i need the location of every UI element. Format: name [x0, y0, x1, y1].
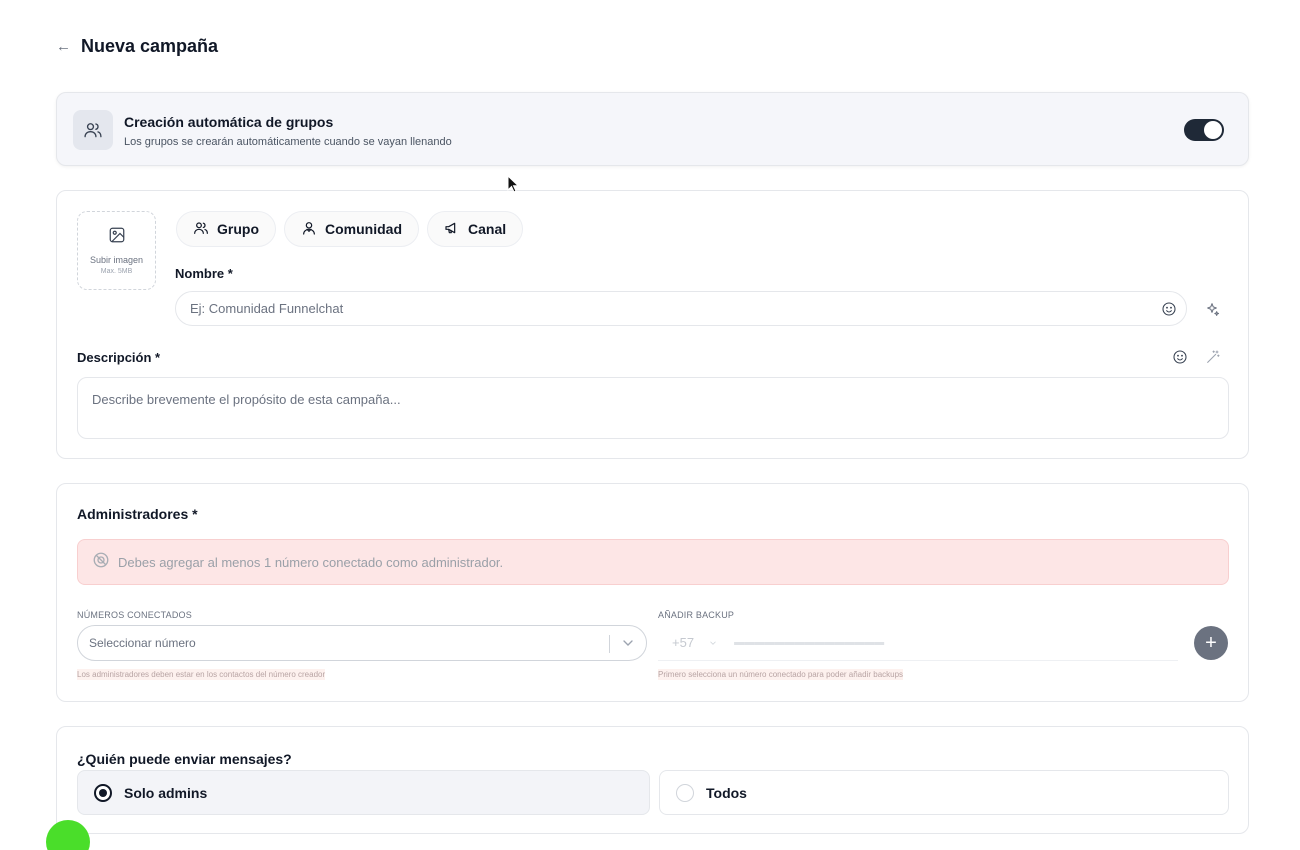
name-input[interactable]: Ej: Comunidad Funnelchat: [175, 291, 1187, 326]
emoji-icon[interactable]: [1159, 299, 1179, 319]
select-placeholder: Seleccionar número: [89, 636, 196, 650]
option-todos[interactable]: Todos: [659, 770, 1229, 815]
connected-hint: Los administradores deben estar en los c…: [77, 669, 326, 680]
name-placeholder: Ej: Comunidad Funnelchat: [190, 301, 344, 316]
option-solo-admins[interactable]: Solo admins: [77, 770, 650, 815]
messaging-card: ¿Quién puede enviar mensajes? Solo admin…: [56, 726, 1249, 834]
upload-image-button[interactable]: Subir imagen Max. 5MB: [77, 211, 156, 290]
chevron-down-icon: [710, 640, 716, 645]
chevron-down-icon: [620, 635, 636, 654]
users-icon: [193, 220, 209, 239]
users-icon: [73, 110, 113, 150]
tab-comunidad-label: Comunidad: [325, 221, 402, 237]
arrow-left-icon[interactable]: ←: [56, 39, 71, 54]
option-solo-admins-label: Solo admins: [124, 784, 208, 801]
alert-text: Debes agregar al menos 1 número conectad…: [118, 554, 504, 570]
warning-icon: [92, 551, 110, 574]
magic-wand-icon[interactable]: [1203, 347, 1223, 367]
tab-comunidad[interactable]: Comunidad: [284, 211, 419, 247]
emoji-icon[interactable]: [1170, 347, 1190, 367]
tab-canal-label: Canal: [468, 221, 507, 237]
option-todos-label: Todos: [706, 784, 747, 801]
backup-hint: Primero selecciona un número conectado p…: [658, 669, 904, 680]
messaging-title: ¿Quién puede enviar mensajes?: [77, 751, 292, 767]
auto-groups-toggle[interactable]: [1184, 119, 1224, 141]
description-label: Descripción *: [77, 350, 161, 365]
admins-title: Administradores *: [77, 506, 198, 522]
description-placeholder: Describe brevemente el propósito de esta…: [92, 392, 401, 407]
backup-input-row[interactable]: +57 ▬▬▬▬▬▬▬▬▬▬▬▬▬▬▬: [658, 625, 1178, 661]
connected-numbers-label: NÚMEROS CONECTADOS: [77, 610, 192, 620]
admins-card: Administradores * Debes agregar al menos…: [56, 483, 1249, 702]
auto-groups-card: Creación automática de grupos Los grupos…: [56, 92, 1249, 166]
admin-warning-alert: Debes agregar al menos 1 número conectad…: [77, 539, 1229, 585]
select-divider: [609, 635, 610, 653]
image-icon: [108, 226, 126, 249]
description-textarea[interactable]: Describe brevemente el propósito de esta…: [77, 377, 1229, 439]
backup-phone-input[interactable]: ▬▬▬▬▬▬▬▬▬▬▬▬▬▬▬: [734, 637, 884, 648]
add-backup-button[interactable]: +: [1194, 626, 1228, 660]
toggle-knob: [1204, 121, 1222, 139]
mouse-cursor-icon: [507, 174, 520, 198]
community-icon: [301, 220, 317, 239]
connected-number-select[interactable]: Seleccionar número: [77, 625, 647, 661]
type-tabs: Grupo Comunidad Canal: [176, 211, 524, 247]
identity-card: Subir imagen Max. 5MB Grupo Comunidad Ca…: [56, 190, 1249, 459]
auto-groups-title: Creación automática de grupos: [124, 114, 334, 130]
tab-grupo-label: Grupo: [217, 221, 259, 237]
megaphone-icon: [444, 220, 460, 239]
auto-groups-subtitle: Los grupos se crearán automáticamente cu…: [124, 136, 452, 148]
sparkles-icon[interactable]: [1202, 299, 1222, 319]
page-header: ← Nueva campaña: [56, 36, 218, 57]
radio-selected: [94, 783, 112, 802]
country-code-select[interactable]: +57: [672, 635, 718, 650]
upload-max-size: Max. 5MB: [100, 268, 133, 275]
tab-grupo[interactable]: Grupo: [176, 211, 276, 247]
upload-label: Subir imagen: [89, 255, 144, 265]
backup-label: AÑADIR BACKUP: [658, 610, 735, 620]
page-title: Nueva campaña: [81, 36, 219, 56]
country-code: +57: [672, 635, 695, 650]
tab-canal[interactable]: Canal: [427, 211, 524, 247]
radio-unselected: [676, 783, 694, 802]
name-label: Nombre *: [175, 266, 233, 281]
